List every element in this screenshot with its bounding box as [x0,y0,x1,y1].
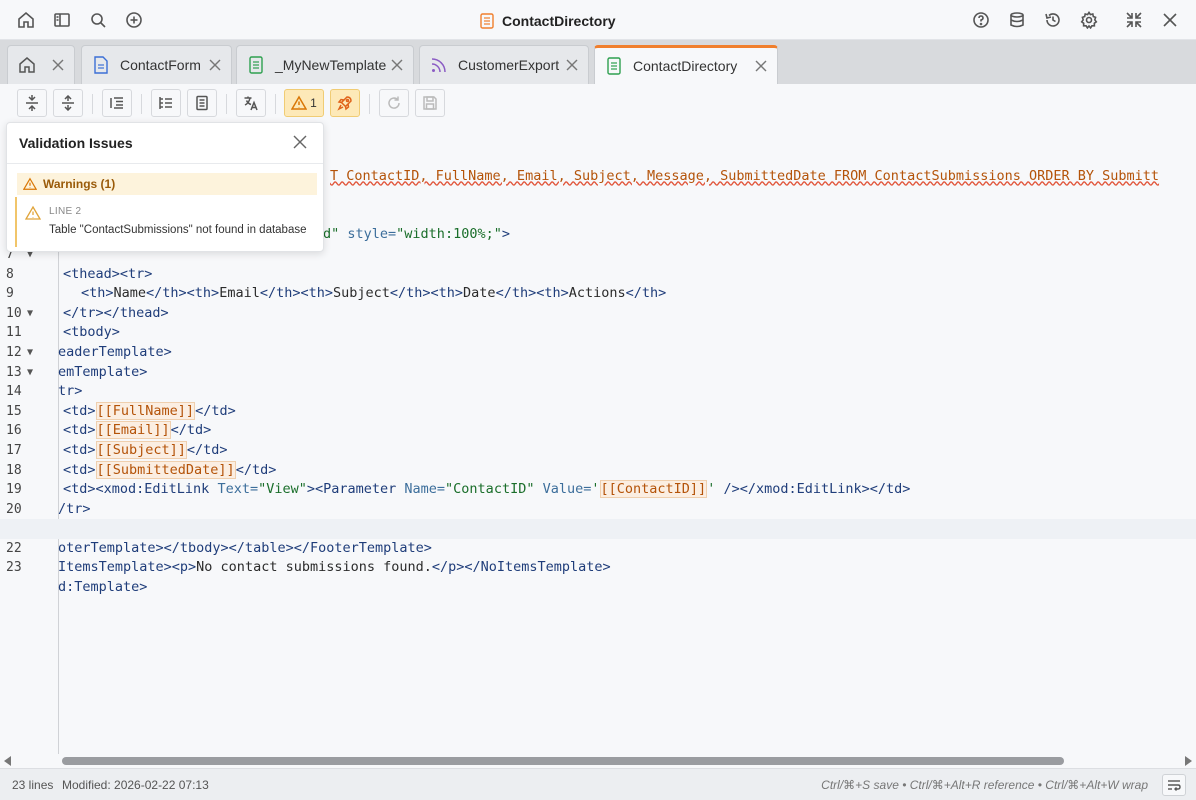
tab-close-icon[interactable] [391,58,403,71]
close-icon[interactable] [1158,8,1182,32]
title-bar: ContactDirectory [0,0,1196,40]
code-line: 19 /tr> [6,482,91,517]
tab-close-icon[interactable] [209,58,221,71]
window-title-text: ContactDirectory [502,13,616,29]
code-line: 13 ▼ tr> [6,364,83,400]
status-bar: 23 lines Modified: 2026-02-22 07:13 Ctrl… [0,768,1196,800]
warning-icon [23,177,37,190]
scroll-left-icon[interactable] [4,756,11,766]
feed-icon [430,56,448,74]
code-line: 20 temTemplate> [0,480,1196,537]
window-title: ContactDirectory [480,10,616,32]
refresh-button[interactable] [379,89,409,117]
code-line: 17 <td>[[SubmittedDate]]</td> [6,442,277,479]
warnings-header[interactable]: Warnings (1) [17,173,317,195]
panel-divider [7,163,323,164]
wrap-icon [1168,780,1181,791]
tab-contactform[interactable]: ContactForm [81,45,232,84]
close-icon[interactable] [293,135,307,149]
collapse-all-button[interactable] [17,89,47,117]
toolbar-divider [141,94,142,114]
tab-label: _MyNewTemplate [275,57,387,73]
translate-button[interactable] [236,89,266,117]
line-count: 23 lines [12,778,54,792]
expand-all-icon [62,95,74,111]
validation-warnings-button[interactable]: 1 [284,89,324,117]
word-wrap-button[interactable] [1162,774,1186,796]
toolbar-divider [275,94,276,114]
tab-label: CustomerExport [458,57,560,73]
toolbar-divider [92,94,93,114]
issue-message: Table "ContactSubmissions" not found in … [49,224,307,236]
code-line: 14 <td>[[FullName]]</td> [6,384,236,420]
code-line: 15 <td>[[Email]]</td> [6,403,212,440]
deploy-button[interactable] [330,89,360,117]
line-number: 23 [6,560,22,576]
database-icon[interactable] [1005,8,1029,32]
tab-bar: ContactForm _MyNewTemplate CustomerExpor… [0,40,1196,84]
code-line: 16 <td>[[Subject]]</td> [6,423,228,459]
toolbar-divider [226,94,227,114]
document-icon [92,56,110,74]
warning-icon [25,205,41,220]
validation-issue-item[interactable]: LINE 2 Table "ContactSubmissions" not fo… [15,197,315,247]
modified-timestamp: Modified: 2026-02-22 07:13 [62,778,209,792]
home-icon[interactable] [14,8,38,32]
rocket-icon [337,96,352,111]
horizontal-scrollbar[interactable] [0,754,1196,768]
editor-toolbar: 1 [0,84,1196,124]
scroll-right-icon[interactable] [1185,756,1192,766]
scrollbar-thumb[interactable] [62,757,1064,765]
indent-button[interactable] [102,89,132,117]
expand-all-button[interactable] [53,89,83,117]
gear-icon[interactable] [1077,8,1101,32]
tab-home[interactable] [7,45,75,84]
issue-line-number: LINE 2 [49,206,82,217]
sidebar-toggle-icon[interactable] [50,8,74,32]
code-line: 23 d:Template> [6,560,148,596]
home-icon [18,56,36,74]
validation-issues-panel: Validation Issues Warnings (1) LINE 2 Ta… [6,122,324,252]
tab-customerexport[interactable]: CustomerExport [419,45,589,84]
code-line: 12 ▼ emTemplate> [6,344,148,380]
indent-icon [110,97,123,109]
collapse-icon[interactable] [1122,8,1146,32]
outline-button[interactable] [151,89,181,117]
history-icon[interactable] [1041,8,1065,32]
template-icon [605,57,623,75]
validation-panel-title: Validation Issues [19,135,133,151]
search-icon[interactable] [86,8,110,32]
book-icon [196,95,208,111]
translate-icon [244,96,258,111]
tab-close-icon[interactable] [52,58,64,71]
tab-mynewtemplate[interactable]: _MyNewTemplate [236,45,414,84]
code-line-current: 22 ItemsTemplate><p>No contact submissio… [0,519,1196,575]
shortcut-hint: Ctrl/⌘+S save • Ctrl/⌘+Alt+R reference •… [821,778,1148,792]
tab-contactdirectory[interactable]: ContactDirectory [594,45,778,84]
save-icon [423,96,437,110]
code-line: 9 </tr></thead> [6,286,169,321]
tab-close-icon[interactable] [566,58,578,71]
template-file-icon [480,13,494,29]
collapse-all-icon [26,95,38,111]
code-line: 21 oterTemplate></tbody></table></Footer… [0,500,1196,556]
warnings-header-label: Warnings (1) [43,177,116,191]
template-icon [247,56,265,74]
refresh-icon [388,96,400,109]
toolbar-divider [369,94,370,114]
tree-outline-icon [159,97,172,109]
tab-label: ContactDirectory [633,58,738,74]
warning-count: 1 [310,96,317,110]
warning-icon [291,95,308,110]
code-line: 11 eaderTemplate> [6,325,172,360]
reference-button[interactable] [187,89,217,117]
help-icon[interactable] [969,8,993,32]
tab-close-icon[interactable] [755,59,767,72]
tab-label: ContactForm [120,57,201,73]
code-line: 18 <td><xmod:EditLink Text="View"><Param… [6,462,911,499]
add-icon[interactable] [122,8,146,32]
code-line: 10 ▼ <tbody> [6,305,120,341]
save-button[interactable] [415,89,445,117]
